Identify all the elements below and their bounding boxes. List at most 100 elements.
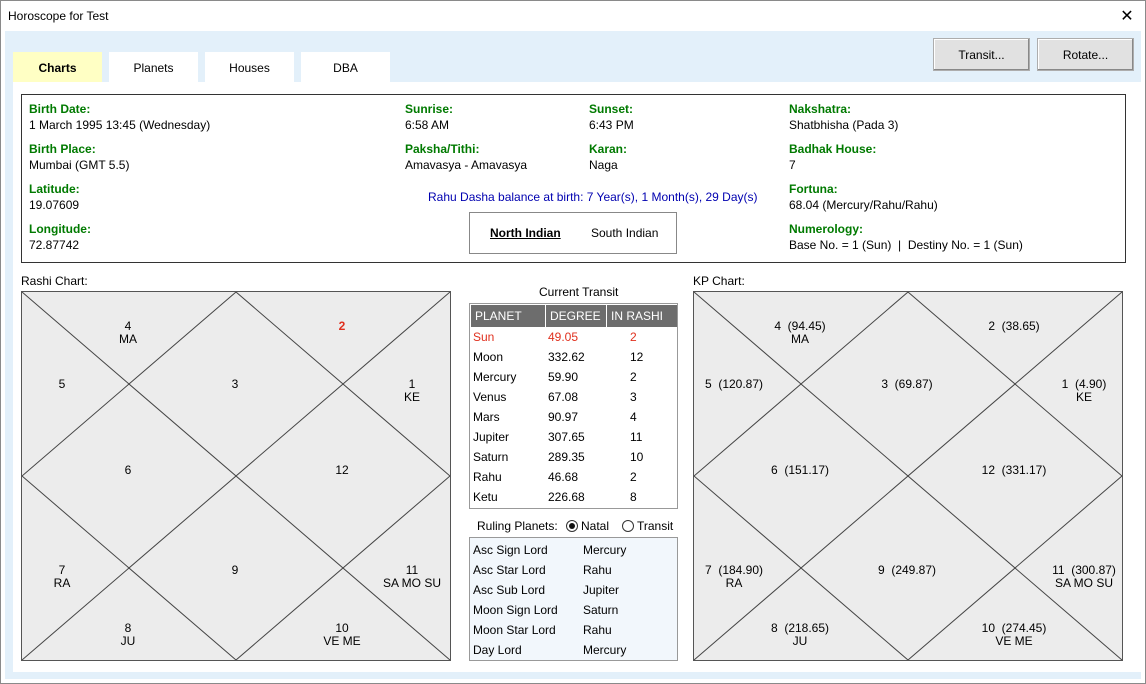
transit-cell-degree: 332.62 [548,350,585,364]
numerology-label: Numerology: [789,222,864,236]
tab-houses[interactable]: Houses [205,52,294,82]
transit-cell-planet: Mars [473,410,500,424]
kp-house: 9 (249.87) [878,564,936,577]
rashi-house-sign: 3 [231,377,239,391]
ruling-row-name: Asc Star Lord [473,563,546,577]
ruling-row-value: Saturn [583,603,619,617]
tab-dba[interactable]: DBA [301,52,390,82]
kp-house-sign: 9 (249.87) [877,563,937,577]
charts-panel: Birth Date: 1 March 1995 13:45 (Wednesda… [13,82,1141,672]
kp-house-planets: SA MO SU [1054,576,1114,590]
transit-cell-rashi: 11 [630,430,643,444]
transit-cell-planet: Jupiter [473,430,510,444]
ruling-planets-table: Asc Sign Lord Mercury Asc Star Lord Rahu Asc… [469,537,678,661]
kp-house-planets: VE ME [995,634,1033,648]
kp-lines [694,292,1122,660]
horoscope-window: Horoscope for Test ✕ Charts Planets Hous… [0,0,1146,684]
window-title: Horoscope for Test [8,9,109,23]
rashi-house-planets: SA MO SU [382,576,442,590]
transit-cell-rashi: 2 [630,470,637,484]
rashi-chart-caption: Rashi Chart: [21,274,88,288]
ruling-row-value: Mercury [583,543,627,557]
ruling-row-name: Asc Sign Lord [473,543,548,557]
rashi-house-sign: 12 [335,463,349,477]
client-area: Charts Planets Houses DBA Transit... Rot… [5,31,1141,679]
sunset-value: 6:43 PM [589,118,634,132]
rashi-house: 3 [232,378,239,391]
tab-planets[interactable]: Planets [109,52,198,82]
transit-header-planet: PLANET [471,305,545,327]
kp-house: 6 (151.17) [771,464,829,477]
nakshatra-label: Nakshatra: [789,102,852,116]
transit-cell-degree: 49.05 [548,330,579,344]
rashi-house: 1 KE [404,378,420,404]
transit-cell-rashi: 2 [630,370,637,384]
birth-place-value: Mumbai (GMT 5.5) [29,158,130,172]
kp-house-planets: JU [792,634,808,648]
sunrise-label: Sunrise: [405,102,454,116]
numerology-value: Base No. = 1 (Sun) | Destiny No. = 1 (Su… [789,238,1023,252]
rashi-house: 7 RA [54,564,71,590]
transit-radio[interactable] [622,520,634,532]
kp-house: 7 (184.90) RA [705,564,763,590]
ruling-row-name: Moon Sign Lord [473,603,558,617]
ruling-row-value: Rahu [583,563,612,577]
transit-cell-planet: Ketu [473,490,498,504]
transit-cell-planet: Venus [473,390,507,404]
rashi-house-planets: MA [119,332,137,346]
transit-cell-rashi: 4 [630,410,637,424]
paksha-label: Paksha/Tithi: [405,142,480,156]
north-indian-option[interactable]: North Indian [490,226,561,240]
latitude-value: 19.07609 [29,198,80,212]
rashi-house-planets: RA [53,576,71,590]
birth-info-box: Birth Date: 1 March 1995 13:45 (Wednesda… [21,94,1126,263]
transit-caption: Current Transit [539,285,619,299]
ruling-row-name: Asc Sub Lord [473,583,546,597]
close-icon[interactable]: ✕ [1109,1,1145,31]
transit-radio-label[interactable]: Transit [637,519,673,533]
transit-cell-degree: 59.90 [548,370,579,384]
kp-house-planets: RA [725,576,743,590]
ruling-row-value: Rahu [583,623,612,637]
transit-cell-rashi: 3 [630,390,637,404]
natal-radio[interactable] [566,520,578,532]
kp-chart: 4 (94.45) MA 2 (38.65) 5 (120.87) 3 (69.87) 1… [693,291,1123,661]
chart-style-selector: North Indian South Indian [469,212,677,254]
rashi-house: 5 [59,378,66,391]
ruling-row-value: Mercury [583,643,627,657]
longitude-label: Longitude: [29,222,91,236]
sunset-label: Sunset: [589,102,634,116]
rashi-house-sign: 6 [124,463,132,477]
natal-radio-dot [569,523,575,529]
transit-cell-degree: 90.97 [548,410,579,424]
natal-radio-label[interactable]: Natal [581,519,609,533]
tab-charts[interactable]: Charts [13,52,102,84]
rashi-house: 2 [339,320,346,333]
kp-house: 3 (69.87) [881,378,932,391]
transit-cell-planet: Rahu [473,470,502,484]
rashi-house: 11 SA MO SU [383,564,441,590]
kp-house: 10 (274.45) VE ME [982,622,1047,648]
kp-house-planets: MA [791,332,809,346]
sunrise-value: 6:58 AM [405,118,450,132]
transit-header-rashi: IN RASHI [607,305,677,327]
rashi-house: 8 JU [121,622,136,648]
rashi-house-planets: JU [120,634,136,648]
transit-button[interactable]: Transit... [933,38,1030,71]
kp-house-planets: KE [1075,390,1093,404]
south-indian-option[interactable]: South Indian [591,226,658,240]
ruling-row-value: Jupiter [583,583,620,597]
kp-house-sign: 3 (69.87) [881,377,933,391]
kp-house: 2 (38.65) [988,320,1039,333]
fortuna-value: 68.04 (Mercury/Rahu/Rahu) [789,198,938,212]
transit-cell-degree: 226.68 [548,490,585,504]
rashi-house-planets: VE ME [323,634,361,648]
transit-cell-planet: Mercury [473,370,517,384]
karan-value: Naga [589,158,618,172]
rotate-button[interactable]: Rotate... [1037,38,1134,71]
dasha-balance: Rahu Dasha balance at birth: 7 Year(s), … [428,190,758,204]
rashi-house: 4 MA [119,320,137,346]
kp-house-sign: 2 (38.65) [988,319,1040,333]
rashi-house-sign: 9 [231,563,239,577]
fortuna-label: Fortuna: [789,182,838,196]
